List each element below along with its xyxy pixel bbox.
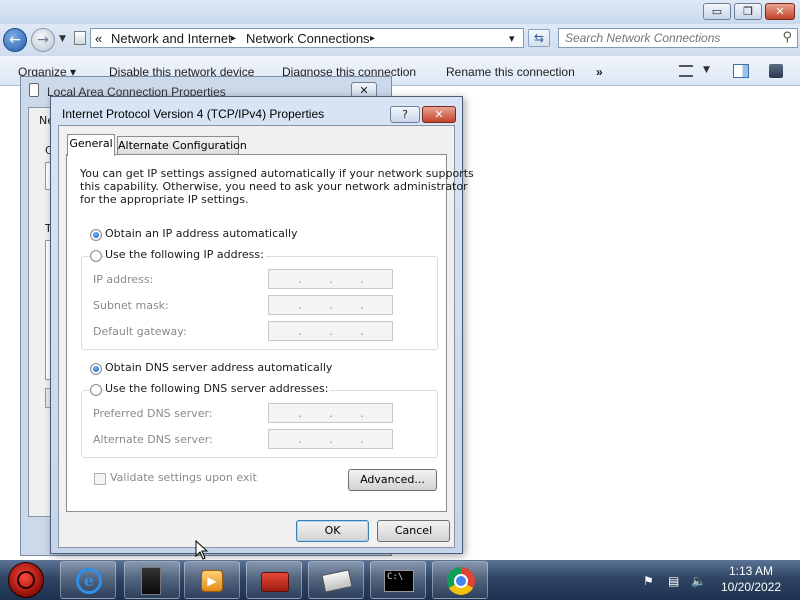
chrome-icon [447,567,475,595]
breadcrumb-network-and-internet[interactable]: Network and Internet [111,31,232,46]
breadcrumb-network-connections[interactable]: Network Connections [246,31,370,46]
search-box: ⚲ [558,28,798,48]
start-logo-icon [17,571,35,589]
mouse-cursor-icon [195,540,209,560]
search-icon[interactable]: ⚲ [782,30,792,45]
subnet-mask-field[interactable]: ... [268,295,393,315]
taskbar-command-prompt[interactable]: C:\ [370,561,426,599]
taskbar-clock[interactable]: 1:13 AM 10/20/2022 [706,563,796,595]
help-icon[interactable] [769,64,783,78]
ip-auto-label[interactable]: Obtain an IP address automatically [105,227,298,240]
taskbar-toolbox[interactable] [246,561,302,599]
ip-octet-separator: . [329,298,333,312]
view-dropdown-icon[interactable]: ▼ [703,65,710,75]
ip-auto-radio[interactable] [90,229,102,241]
clock-date: 10/20/2022 [720,580,782,594]
action-center-flag-icon[interactable]: ⚑ [643,574,654,588]
dialog-title: Internet Protocol Version 4 (TCP/IPv4) P… [62,107,325,121]
start-button[interactable] [8,562,44,598]
preview-pane-icon[interactable] [733,64,749,78]
recent-pages-dropdown-icon[interactable]: ▼ [59,34,66,44]
command-prompt-icon: C:\ [384,570,414,592]
default-gateway-label: Default gateway: [93,325,187,338]
ip-address-field[interactable]: ... [268,269,393,289]
network-adapter-icon [29,83,39,97]
ip-octet-separator: . [298,298,302,312]
preferred-dns-label: Preferred DNS server: [93,407,213,420]
dns-manual-radio[interactable] [90,384,102,396]
ip-octet-separator: . [360,324,364,338]
search-input[interactable] [565,31,770,45]
taskbar-control-panel[interactable] [308,561,364,599]
ip-address-label: IP address: [93,273,154,286]
more-commands-button[interactable]: » [596,65,603,79]
tab-general[interactable]: General [67,134,115,156]
ok-button[interactable]: OK [296,520,369,542]
media-player-icon: ▶ [201,570,223,592]
taskbar-network-connections[interactable] [124,561,180,599]
intro-text-line: this capability. Otherwise, you need to … [80,180,468,193]
advanced-button[interactable]: Advanced... [348,469,437,491]
ip-octet-separator: . [329,406,333,420]
close-button[interactable]: ✕ [765,3,795,20]
back-button[interactable]: ← [3,28,27,52]
ip-octet-separator: . [329,272,333,286]
ipv4-properties-dialog: Internet Protocol Version 4 (TCP/IPv4) P… [50,96,474,554]
cancel-button[interactable]: Cancel [377,520,450,542]
dialog-client-area: General Alternate Configuration You can … [58,125,474,548]
dialog-help-button[interactable]: ? [390,106,420,123]
taskbar: e ▶ C:\ [0,560,800,600]
network-device-icon [141,567,161,595]
taskbar-media-player[interactable]: ▶ [184,561,240,599]
intro-text-line: You can get IP settings assigned automat… [80,167,474,180]
tab-alternate-configuration[interactable]: Alternate Configuration [117,136,247,155]
alternate-dns-field[interactable]: ... [268,429,393,449]
preferred-dns-field[interactable]: ... [268,403,393,423]
dialog-close-button[interactable]: ✕ [422,106,456,123]
ip-octet-separator: . [298,272,302,286]
breadcrumb-overflow[interactable]: « [95,31,102,46]
taskbar-chrome[interactable] [432,561,488,599]
ip-octet-separator: . [360,406,364,420]
ip-octet-separator: . [298,324,302,338]
breadcrumb-separator-icon[interactable]: ▸ [231,33,236,44]
explorer-titlebar: ▭ ❐ ✕ [0,0,800,24]
rename-button[interactable]: Rename this connection [446,65,575,79]
ip-octet-separator: . [329,432,333,446]
taskbar-internet-explorer[interactable]: e [60,561,116,599]
ip-octet-separator: . [360,432,364,446]
intro-text-line: for the appropriate IP settings. [80,193,249,206]
address-dropdown-icon[interactable]: ▾ [509,32,515,45]
ip-octet-separator: . [360,272,364,286]
alternate-dns-label: Alternate DNS server: [93,433,213,446]
ip-manual-label[interactable]: Use the following IP address: [105,248,266,261]
validate-checkbox[interactable] [94,473,106,485]
subnet-mask-label: Subnet mask: [93,299,169,312]
ip-octet-separator: . [298,432,302,446]
minimize-button[interactable]: ▭ [703,3,731,20]
validate-label: Validate settings upon exit [110,471,257,484]
restore-button[interactable]: ❐ [734,3,762,20]
internet-explorer-icon: e [76,568,102,594]
network-card-icon [321,569,353,593]
clock-time: 1:13 AM [728,564,774,578]
general-tab-panel: You can get IP settings assigned automat… [66,154,474,512]
ip-octet-separator: . [360,298,364,312]
network-tray-icon[interactable]: ▤ [668,574,679,588]
refresh-icon[interactable]: ⇆ [528,29,550,47]
dns-manual-label[interactable]: Use the following DNS server addresses: [105,382,331,395]
dns-auto-radio[interactable] [90,363,102,375]
volume-icon[interactable]: 🔈 [691,574,706,588]
dns-auto-label[interactable]: Obtain DNS server address automatically [105,361,332,374]
address-bar[interactable]: « Network and Internet ▸ Network Connect… [90,28,524,48]
change-view-icon[interactable] [679,65,693,77]
toolbox-icon [261,572,289,592]
forward-button[interactable]: → [31,28,55,52]
ip-octet-separator: . [298,406,302,420]
default-gateway-field[interactable]: ... [268,321,393,341]
breadcrumb-separator-icon[interactable]: ▸ [370,33,375,44]
network-folder-icon [74,31,86,45]
ip-manual-radio[interactable] [90,250,102,262]
ip-octet-separator: . [329,324,333,338]
